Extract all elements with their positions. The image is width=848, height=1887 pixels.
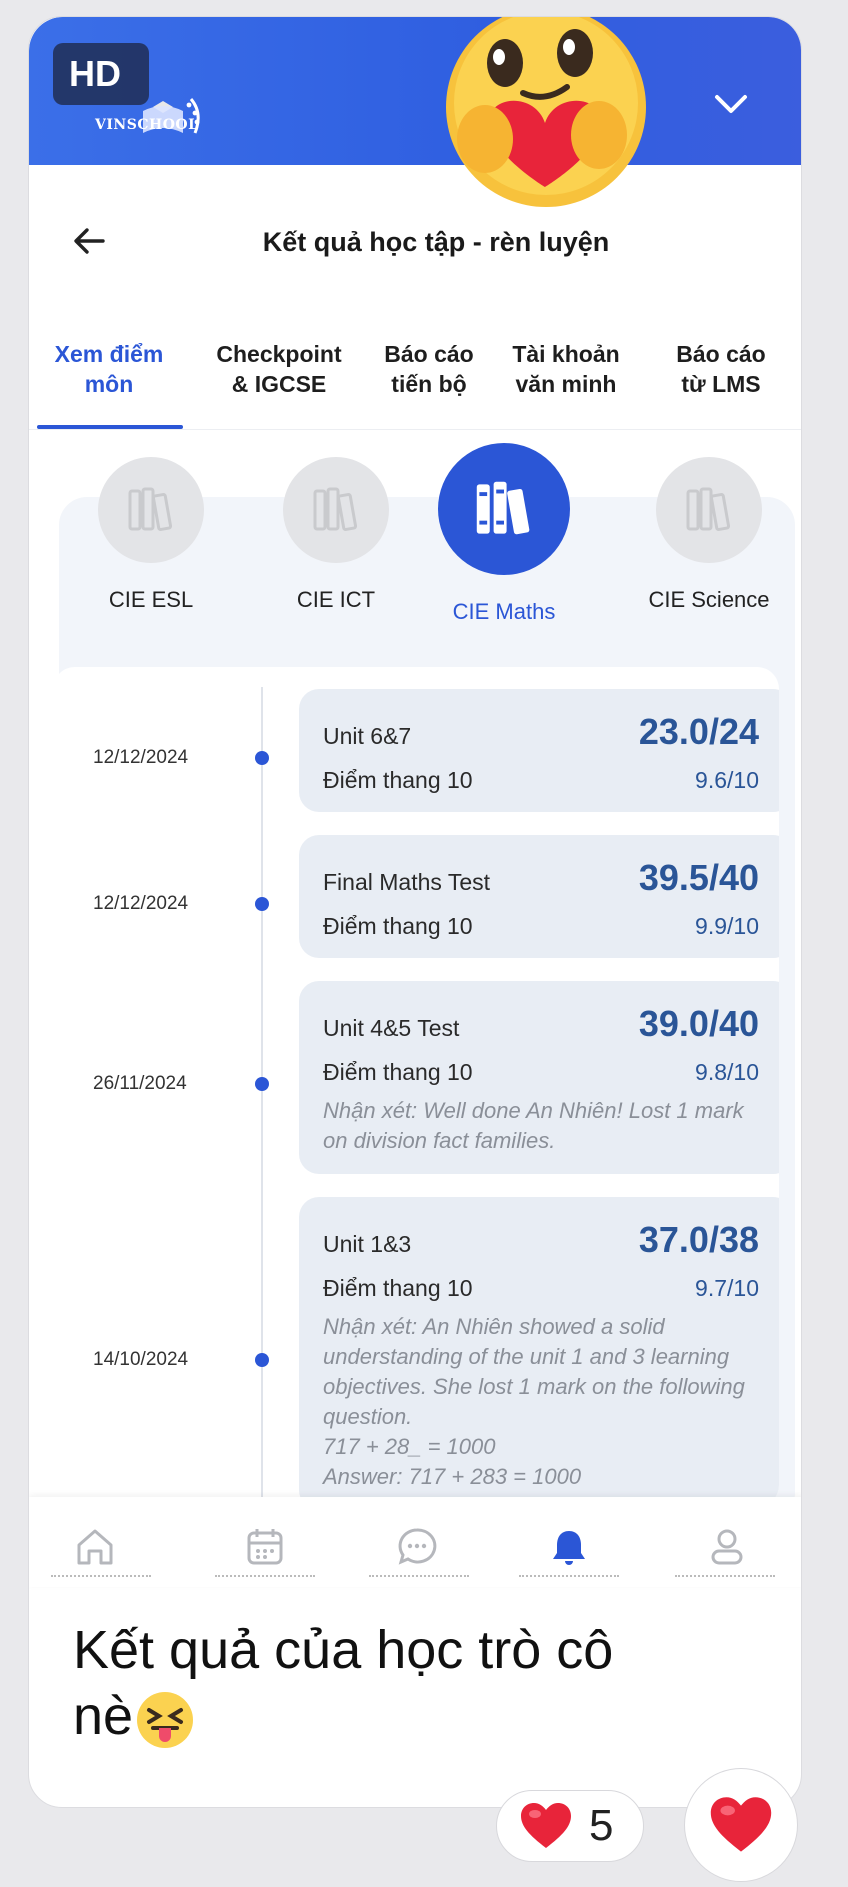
assessment-score: 23.0/24 bbox=[638, 711, 759, 752]
app-header: HD VINSCHOOL bbox=[29, 17, 801, 165]
entry-date: 12/12/2024 bbox=[93, 893, 189, 914]
timeline-dot bbox=[255, 751, 269, 765]
tab-label-line2: văn minh bbox=[515, 371, 617, 397]
page-header: Kết quả học tập - rèn luyện bbox=[29, 217, 801, 267]
assessment-name: Unit 6&7 bbox=[323, 723, 412, 749]
nav-label-blurred bbox=[519, 1575, 619, 1579]
timeline-dot bbox=[255, 897, 269, 911]
squinting-tongue-emoji-icon bbox=[137, 1691, 194, 1748]
caption-line2: nè bbox=[73, 1683, 773, 1750]
tab-label-line2: tiến bộ bbox=[391, 371, 467, 397]
scale-label: Điểm thang 10 bbox=[323, 1275, 473, 1301]
teacher-comment: Nhận xét: An Nhiên showed a solid unders… bbox=[323, 1312, 759, 1492]
comment-text: Nhận xét: An Nhiên showed a solid unders… bbox=[323, 1314, 745, 1429]
reaction-count: 5 bbox=[589, 1801, 614, 1850]
tab-xem-diem-mon[interactable]: Xem điểm môn bbox=[39, 339, 179, 399]
nav-label-blurred bbox=[215, 1575, 315, 1579]
tab-label-line2: từ LMS bbox=[681, 371, 761, 397]
scale-value: 9.9/10 bbox=[695, 913, 759, 939]
timeline-dot bbox=[255, 1353, 269, 1367]
tab-label-line2: & IGCSE bbox=[231, 371, 327, 397]
nav-label-blurred bbox=[369, 1575, 469, 1579]
caption-line1: Kết quả của học trò cô bbox=[73, 1620, 614, 1680]
results-timeline: 12/12/2024 Unit 6&7 23.0/24 Điểm thang 1… bbox=[53, 667, 779, 1507]
books-icon bbox=[438, 443, 570, 575]
subject-cie-ict[interactable]: CIE ICT bbox=[261, 457, 411, 613]
timeline-line bbox=[261, 687, 263, 1507]
result-card[interactable]: Unit 1&3 37.0/38 Điểm thang 10 9.7/10 Nh… bbox=[299, 1197, 779, 1507]
page-title: Kết quả học tập - rèn luyện bbox=[262, 227, 610, 257]
bottom-nav bbox=[29, 1497, 801, 1587]
entry-date: 26/11/2024 bbox=[93, 1073, 187, 1094]
scale-label: Điểm thang 10 bbox=[323, 913, 473, 939]
tab-label-line1: Báo cáo bbox=[384, 341, 474, 367]
scale-value: 9.8/10 bbox=[695, 1059, 759, 1085]
assessment-score: 39.5/40 bbox=[638, 857, 759, 898]
books-icon bbox=[656, 457, 762, 563]
assessment-name: Unit 4&5 Test bbox=[323, 1015, 460, 1041]
react-button[interactable] bbox=[684, 1768, 798, 1882]
result-card[interactable]: Final Maths Test 39.5/40 Điểm thang 10 9… bbox=[299, 835, 779, 958]
home-icon[interactable] bbox=[73, 1525, 117, 1569]
entry-date: 14/10/2024 bbox=[93, 1349, 189, 1370]
comment-question: 717 + 28_ = 1000 bbox=[323, 1434, 496, 1459]
nav-label-blurred bbox=[675, 1575, 775, 1579]
nav-label-blurred bbox=[51, 1575, 151, 1579]
school-name: VINSCHOOL bbox=[95, 117, 199, 133]
chevron-down-icon[interactable] bbox=[709, 87, 753, 123]
subject-cie-maths[interactable]: CIE Maths bbox=[429, 443, 579, 625]
tab-label-line1: Tài khoản bbox=[512, 341, 620, 367]
message-bubble: HD VINSCHOOL Kết quả học tập - rèn luyện bbox=[28, 16, 802, 1808]
bell-icon[interactable] bbox=[547, 1525, 591, 1569]
entry-date: 12/12/2024 bbox=[93, 747, 189, 768]
assessment-score: 39.0/40 bbox=[638, 1003, 759, 1044]
tab-divider bbox=[29, 429, 801, 430]
assessment-name: Unit 1&3 bbox=[323, 1231, 412, 1257]
teacher-comment: Nhận xét: Well done An Nhiên! Lost 1 mar… bbox=[323, 1098, 744, 1153]
tab-label-line1: Báo cáo bbox=[676, 341, 766, 367]
assessment-name: Final Maths Test bbox=[323, 869, 491, 895]
tab-tai-khoan-van-minh[interactable]: Tài khoản văn minh bbox=[496, 339, 636, 399]
tab-bao-cao-tien-bo[interactable]: Báo cáo tiến bộ bbox=[359, 339, 499, 399]
caption-line2-text: nè bbox=[73, 1686, 134, 1746]
account-icon[interactable] bbox=[705, 1525, 749, 1569]
tab-bao-cao-tu-lms[interactable]: Báo cáo từ LMS bbox=[661, 339, 781, 399]
calendar-icon[interactable] bbox=[243, 1525, 287, 1569]
subject-cie-science[interactable]: CIE Science bbox=[629, 457, 789, 613]
result-card[interactable]: Unit 6&7 23.0/24 Điểm thang 10 9.6/10 bbox=[299, 689, 779, 812]
hug-emoji-icon bbox=[446, 17, 646, 207]
scale-value: 9.6/10 bbox=[695, 767, 759, 793]
post-caption: Kết quả của học trò cô nè bbox=[73, 1617, 773, 1750]
heart-icon bbox=[521, 1803, 571, 1848]
result-card[interactable]: Unit 4&5 Test 39.0/40 Điểm thang 10 9.8/… bbox=[299, 981, 779, 1174]
assessment-score: 37.0/38 bbox=[638, 1219, 759, 1260]
subject-label: CIE Maths bbox=[452, 599, 556, 624]
subject-label: CIE ICT bbox=[296, 587, 376, 612]
books-icon bbox=[283, 457, 389, 563]
tab-label-line1: Xem điểm bbox=[54, 341, 164, 367]
scale-label: Điểm thang 10 bbox=[323, 767, 473, 793]
tab-label-line1: Checkpoint bbox=[216, 341, 342, 367]
scale-value: 9.7/10 bbox=[695, 1275, 759, 1301]
tab-label-line2: môn bbox=[84, 371, 134, 397]
reaction-summary[interactable]: 5 bbox=[496, 1790, 644, 1862]
books-icon bbox=[98, 457, 204, 563]
subject-cie-esl[interactable]: CIE ESL bbox=[76, 457, 226, 613]
scale-label: Điểm thang 10 bbox=[323, 1059, 473, 1085]
subject-label: CIE ESL bbox=[108, 587, 194, 612]
tab-checkpoint-igcse[interactable]: Checkpoint & IGCSE bbox=[209, 339, 349, 399]
subject-label: CIE Science bbox=[648, 587, 770, 612]
timeline-dot bbox=[255, 1077, 269, 1091]
comment-answer: Answer: 717 + 283 = 1000 bbox=[323, 1464, 582, 1489]
heart-icon bbox=[710, 1797, 772, 1852]
chat-icon[interactable] bbox=[395, 1525, 439, 1569]
